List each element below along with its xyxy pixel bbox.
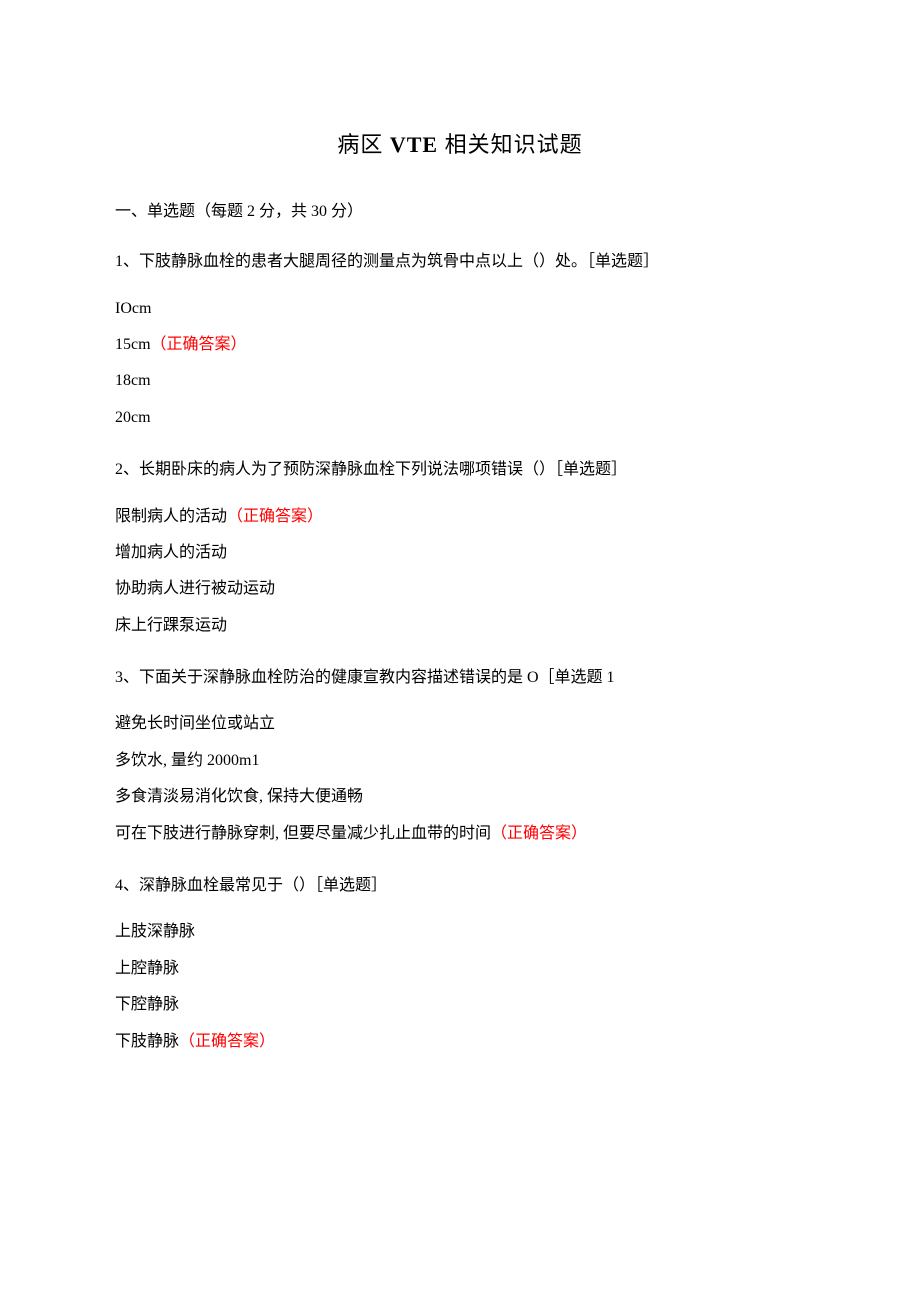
- option-text: 15cm: [115, 336, 151, 353]
- option: 避免长时间坐位或站立: [115, 713, 805, 735]
- option-text: IOcm: [115, 300, 151, 317]
- option: 上腔静脉: [115, 958, 805, 980]
- option-text: 18cm: [115, 372, 151, 389]
- question-block: 2、长期卧床的病人为了预防深静脉血栓下列说法哪项错误（）［单选题］ 限制病人的活动…: [115, 459, 805, 637]
- option-text: 上腔静脉: [115, 960, 179, 977]
- correct-answer-label: （正确答案）: [151, 336, 247, 353]
- option-text: 增加病人的活动: [115, 544, 227, 561]
- option: 可在下肢进行静脉穿刺, 但要尽量减少扎止血带的时间（正确答案）: [115, 823, 805, 845]
- option: 18cm: [115, 370, 805, 392]
- option-text: 可在下肢进行静脉穿刺, 但要尽量减少扎止血带的时间: [115, 825, 491, 842]
- option-text: 限制病人的活动: [115, 508, 227, 525]
- question-text: 3、下面关于深静脉血栓防治的健康宣教内容描述错误的是 O［单选题 1: [115, 667, 805, 689]
- option-text: 20cm: [115, 409, 151, 426]
- option-text: 协助病人进行被动运动: [115, 580, 275, 597]
- question-block: 1、下肢静脉血栓的患者大腿周径的测量点为筑骨中点以上（）处。［单选题］ IOcm 1…: [115, 251, 805, 429]
- question-block: 3、下面关于深静脉血栓防治的健康宣教内容描述错误的是 O［单选题 1 避免长时间坐…: [115, 667, 805, 845]
- option: 增加病人的活动: [115, 542, 805, 564]
- option: 上肢深静脉: [115, 921, 805, 943]
- option-text: 多饮水, 量约 2000m1: [115, 752, 259, 769]
- title-bold: VTE: [390, 132, 438, 157]
- option: 下腔静脉: [115, 994, 805, 1016]
- option-text: 下腔静脉: [115, 996, 179, 1013]
- correct-answer-label: （正确答案）: [491, 825, 587, 842]
- option-text: 多食清淡易消化饮食, 保持大便通畅: [115, 788, 363, 805]
- section-header: 一、单选题（每题 2 分，共 30 分）: [115, 201, 805, 223]
- option-text: 床上行踝泵运动: [115, 617, 227, 634]
- title-suffix: 相关知识试题: [438, 132, 583, 157]
- option: 限制病人的活动（正确答案）: [115, 506, 805, 528]
- correct-answer-label: （正确答案）: [179, 1033, 275, 1050]
- option: 15cm（正确答案）: [115, 334, 805, 356]
- correct-answer-label: （正确答案）: [227, 508, 323, 525]
- option-text: 避免长时间坐位或站立: [115, 715, 275, 732]
- question-text: 1、下肢静脉血栓的患者大腿周径的测量点为筑骨中点以上（）处。［单选题］: [115, 251, 805, 273]
- questions-container: 1、下肢静脉血栓的患者大腿周径的测量点为筑骨中点以上（）处。［单选题］ IOcm 1…: [115, 251, 805, 1053]
- page-title: 病区 VTE 相关知识试题: [115, 130, 805, 161]
- option: 多食清淡易消化饮食, 保持大便通畅: [115, 786, 805, 808]
- option: 协助病人进行被动运动: [115, 578, 805, 600]
- option: 下肢静脉（正确答案）: [115, 1031, 805, 1053]
- option-text: 上肢深静脉: [115, 923, 195, 940]
- title-prefix: 病区: [337, 132, 390, 157]
- option: 床上行踝泵运动: [115, 615, 805, 637]
- option: 多饮水, 量约 2000m1: [115, 750, 805, 772]
- option: 20cm: [115, 407, 805, 429]
- question-block: 4、深静脉血栓最常见于（）［单选题］ 上肢深静脉上腔静脉下腔静脉下肢静脉（正确答案…: [115, 875, 805, 1053]
- question-text: 4、深静脉血栓最常见于（）［单选题］: [115, 875, 805, 897]
- option-text: 下肢静脉: [115, 1033, 179, 1050]
- question-text: 2、长期卧床的病人为了预防深静脉血栓下列说法哪项错误（）［单选题］: [115, 459, 805, 481]
- option: IOcm: [115, 298, 805, 320]
